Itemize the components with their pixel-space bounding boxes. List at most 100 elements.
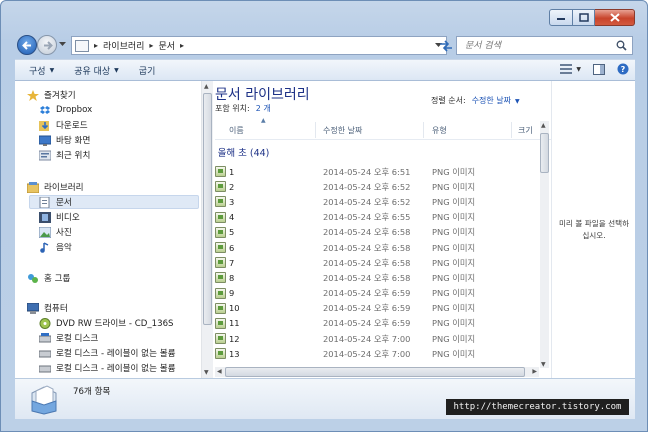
sidebar-item-dvd-drive[interactable]: DVD RW 드라이브 - CD_136S [39, 316, 174, 330]
table-row[interactable]: 3 2014-05-24 오후 6:52 PNG 이미지 [215, 194, 551, 209]
table-row[interactable]: 6 2014-05-24 오후 6:58 PNG 이미지 [215, 240, 551, 255]
sidebar-libraries[interactable]: 라이브러리 [26, 180, 84, 194]
refresh-button[interactable] [435, 37, 457, 55]
scroll-down-icon[interactable]: ▼ [541, 361, 546, 368]
sidebar-computer[interactable]: 컴퓨터 [26, 301, 68, 315]
sidebar-item-local-disk-unlabeled[interactable]: 로컬 디스크 - 레이블이 없는 볼륨 [38, 346, 176, 360]
share-menu[interactable]: 공유 대상 ▼ [74, 64, 119, 77]
scrollbar-thumb[interactable] [203, 93, 212, 325]
column-header-size[interactable]: 크기 [518, 125, 533, 139]
file-name: 9 [229, 288, 235, 299]
navigation-pane-scrollbar[interactable]: ▲ ▼ [201, 81, 213, 378]
file-date: 2014-05-24 오후 6:58 [323, 242, 411, 253]
sidebar-favorites[interactable]: 즐겨찾기 [27, 88, 76, 102]
breadcrumb-separator[interactable]: ▸ [180, 41, 184, 50]
sidebar-item-dropbox[interactable]: Dropbox [39, 103, 92, 117]
navigation-bar: ▸ 라이브러리 ▸ 문서 ▸ [15, 33, 637, 59]
local-disk-icon [38, 363, 52, 374]
library-title: 문서 라이브러리 [215, 87, 310, 103]
table-row[interactable]: 2 2014-05-24 오후 6:52 PNG 이미지 [215, 179, 551, 194]
search-input[interactable] [457, 37, 607, 54]
file-date: 2014-05-24 오후 6:52 [323, 181, 411, 192]
file-date: 2014-05-24 오후 6:51 [323, 166, 411, 177]
search-icon[interactable] [616, 40, 627, 51]
table-row[interactable]: 4 2014-05-24 오후 6:55 PNG 이미지 [215, 210, 551, 225]
table-row[interactable]: 10 2014-05-24 오후 6:59 PNG 이미지 [215, 301, 551, 316]
dvd-drive-icon [39, 317, 51, 329]
sidebar-item-local-disk-unlabeled[interactable]: 로컬 디스크 - 레이블이 없는 볼륨 [38, 361, 176, 375]
file-list-vertical-scrollbar[interactable]: ▲ ▼ [540, 121, 549, 368]
column-header-type[interactable]: 유형 [432, 125, 447, 139]
arrow-right-icon [44, 41, 53, 50]
sidebar-item-recent-places[interactable]: 최근 위치 [38, 148, 90, 162]
file-date: 2014-05-24 오후 6:59 [323, 288, 411, 299]
column-header-modified[interactable]: 수정한 날짜 [323, 125, 362, 139]
forward-button[interactable] [37, 35, 57, 55]
scroll-left-icon[interactable]: ◀ [217, 368, 222, 375]
scroll-right-icon[interactable]: ▶ [532, 368, 537, 375]
close-button[interactable] [595, 9, 635, 26]
breadcrumb-libraries[interactable]: 라이브러리 [103, 39, 144, 52]
column-divider[interactable] [511, 122, 512, 138]
file-list-horizontal-scrollbar[interactable]: ◀ ▶ [215, 367, 539, 377]
file-date: 2014-05-24 오후 7:00 [323, 333, 411, 344]
sidebar-item-documents[interactable]: 문서 [29, 195, 199, 209]
sort-by-dropdown[interactable]: 수정한 날짜 [472, 96, 511, 105]
scrollbar-thumb[interactable] [540, 133, 549, 173]
file-date: 2014-05-24 오후 6:58 [323, 257, 411, 268]
recent-places-icon [38, 150, 52, 161]
includes-locations-link[interactable]: 2 개 [256, 104, 271, 113]
table-row[interactable]: 1 2014-05-24 오후 6:51 PNG 이미지 [215, 164, 551, 179]
scrollbar-thumb[interactable] [225, 367, 525, 377]
burn-button[interactable]: 굽기 [139, 64, 156, 77]
back-button[interactable] [17, 35, 37, 55]
breadcrumb-separator[interactable]: ▸ [149, 41, 153, 50]
minimize-button[interactable] [549, 9, 573, 26]
sidebar-item-music[interactable]: 음악 [39, 240, 72, 254]
sidebar-item-downloads[interactable]: 다운로드 [39, 118, 88, 132]
scroll-up-icon[interactable]: ▲ [204, 83, 209, 90]
table-row[interactable]: 7 2014-05-24 오후 6:58 PNG 이미지 [215, 255, 551, 270]
sidebar-item-local-disk[interactable]: 로컬 디스크 [38, 331, 98, 345]
table-row[interactable]: 9 2014-05-24 오후 6:59 PNG 이미지 [215, 286, 551, 301]
file-name: 3 [229, 196, 235, 207]
table-row[interactable]: 13 2014-05-24 오후 7:00 PNG 이미지 [215, 346, 551, 361]
column-divider[interactable] [423, 122, 424, 138]
file-date: 2014-05-24 오후 7:00 [323, 348, 411, 359]
search-box[interactable] [456, 36, 633, 55]
address-bar[interactable]: ▸ 라이브러리 ▸ 문서 ▸ [71, 36, 447, 55]
sidebar-item-label: 로컬 디스크 - 레이블이 없는 볼륨 [56, 364, 176, 374]
content-area: 즐겨찾기 Dropbox 다운로드 바탕 화면 최근 위치 라이브러리 문서 비… [15, 81, 635, 378]
group-label: 올해 초 (44) [217, 148, 270, 159]
organize-menu[interactable]: 구성 ▼ [29, 64, 54, 77]
arrow-left-icon [22, 41, 31, 50]
table-row[interactable]: 11 2014-05-24 오후 6:59 PNG 이미지 [215, 316, 551, 331]
column-divider[interactable] [315, 122, 316, 138]
change-view-button[interactable]: ▼ [560, 64, 581, 74]
explorer-window: ▸ 라이브러리 ▸ 문서 ▸ 구성 ▼ 공유 대상 ▼ 굽기 [0, 0, 648, 432]
maximize-button[interactable] [573, 9, 595, 26]
group-header[interactable]: ▲ 올해 초 (44) [215, 145, 270, 159]
breadcrumb-documents[interactable]: 문서 [158, 39, 175, 52]
sidebar-item-desktop[interactable]: 바탕 화면 [38, 133, 90, 147]
sidebar-libraries-label: 라이브러리 [44, 183, 84, 193]
file-type: PNG 이미지 [432, 212, 476, 223]
sidebar-homegroup[interactable]: 홈 그룹 [27, 271, 70, 285]
png-file-icon [215, 287, 226, 299]
sidebar-item-pictures[interactable]: 사진 [38, 225, 72, 239]
preview-pane-icon[interactable] [593, 63, 605, 75]
column-header-name[interactable]: 이름 [229, 125, 244, 139]
chevron-down-icon[interactable]: ▼ [515, 98, 520, 105]
recent-pages-dropdown-icon[interactable] [59, 42, 66, 47]
sidebar-item-videos[interactable]: 비디오 [39, 210, 80, 224]
help-icon[interactable]: ? [617, 63, 629, 75]
table-row[interactable]: 8 2014-05-24 오후 6:58 PNG 이미지 [215, 270, 551, 285]
table-row[interactable]: 12 2014-05-24 오후 7:00 PNG 이미지 [215, 331, 551, 346]
table-row[interactable]: 5 2014-05-24 오후 6:58 PNG 이미지 [215, 225, 551, 240]
file-name: 4 [229, 212, 235, 223]
scroll-down-icon[interactable]: ▼ [204, 369, 209, 376]
breadcrumb-separator[interactable]: ▸ [94, 41, 98, 50]
sidebar-computer-label: 컴퓨터 [44, 304, 68, 314]
column-headers: 이름 수정한 날짜 유형 크기 [215, 120, 551, 140]
scroll-up-icon[interactable]: ▲ [541, 122, 546, 129]
